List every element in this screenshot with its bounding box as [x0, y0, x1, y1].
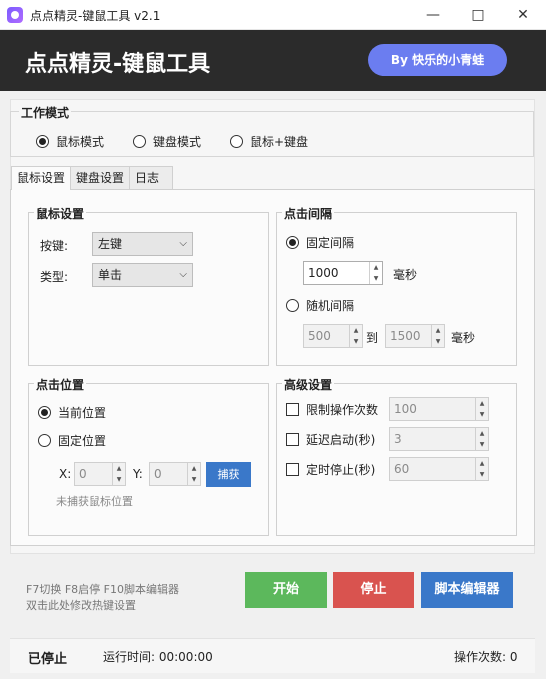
mode-label-mouse: 鼠标模式 — [56, 135, 105, 149]
chevron-down-icon: ⌵ — [179, 238, 187, 249]
ops-count-display: 操作次数: 0 — [454, 650, 518, 664]
spinner-arrows-icon[interactable]: ▲ ▼ — [349, 325, 362, 347]
settings-tabs: 鼠标设置 键盘设置 日志 — [11, 166, 174, 190]
mouse-button-select[interactable]: 左键 ⌵ — [92, 232, 193, 256]
limit-ops-input[interactable]: 100 ▲ ▼ — [389, 397, 489, 421]
tab-log[interactable]: 日志 — [129, 166, 174, 189]
radio-icon[interactable] — [38, 434, 51, 447]
start-button[interactable]: 开始 — [245, 572, 327, 608]
mode-radio-mouse[interactable]: 鼠标模式 — [36, 133, 104, 150]
window-title: 点点精灵-键鼠工具 v2.1 — [30, 9, 161, 23]
fixed-interval-value: 1000 — [308, 266, 339, 280]
spinner-arrows-icon[interactable]: ▲ ▼ — [187, 463, 200, 485]
checkbox-icon[interactable] — [286, 463, 299, 476]
mouse-settings-legend: 鼠标设置 — [34, 205, 87, 222]
status-state: 已停止 — [28, 652, 68, 667]
radio-icon[interactable] — [230, 135, 243, 148]
random-interval-label: 随机间隔 — [306, 299, 355, 313]
current-position-label: 当前位置 — [58, 406, 107, 420]
tab-keyboard-settings[interactable]: 键盘设置 — [70, 166, 131, 189]
delay-start-value: 3 — [394, 432, 402, 446]
advanced-settings-legend: 高级设置 — [282, 376, 335, 393]
radio-icon[interactable] — [133, 135, 146, 148]
work-mode-legend: 工作模式 — [19, 104, 72, 121]
script-editor-button[interactable]: 脚本编辑器 — [421, 572, 513, 608]
click-type-value: 单击 — [98, 268, 123, 282]
app-icon — [7, 7, 23, 23]
spinner-arrows-icon[interactable]: ▲ ▼ — [475, 398, 488, 420]
title-bar: 点点精灵-键鼠工具 v2.1 — □ ✕ — [0, 0, 546, 30]
mode-radio-keyboard[interactable]: 键盘模式 — [133, 133, 201, 150]
y-coordinate-value: 0 — [154, 467, 162, 481]
mode-label-keyboard: 键盘模式 — [153, 135, 202, 149]
app-banner: 点点精灵-键鼠工具 By 快乐的小青蛙 — [0, 30, 546, 91]
author-badge[interactable]: By 快乐的小青蛙 — [368, 44, 507, 76]
spinner-arrows-icon[interactable]: ▲ ▼ — [475, 458, 488, 480]
hotkey-edit-link[interactable]: 双击此处修改热键设置 — [26, 597, 136, 613]
type-label: 类型: — [40, 270, 69, 284]
click-type-select[interactable]: 单击 ⌵ — [92, 263, 193, 287]
random-min-value: 500 — [308, 329, 331, 343]
delay-start-checkbox[interactable]: 延迟启动(秒) — [286, 431, 375, 448]
timed-stop-checkbox[interactable]: 定时停止(秒) — [286, 461, 375, 478]
minimize-button[interactable]: — — [410, 0, 456, 30]
spinner-arrows-icon[interactable]: ▲ ▼ — [431, 325, 444, 347]
x-coordinate-input[interactable]: 0 ▲ ▼ — [74, 462, 126, 486]
fixed-position-label: 固定位置 — [58, 434, 107, 448]
limit-ops-checkbox[interactable]: 限制操作次数 — [286, 401, 378, 418]
radio-icon[interactable] — [286, 299, 299, 312]
fixed-position-radio[interactable]: 固定位置 — [38, 432, 106, 449]
radio-selected-icon[interactable] — [38, 406, 51, 419]
spinner-arrows-icon[interactable]: ▲ ▼ — [369, 262, 382, 284]
random-max-input[interactable]: 1500 ▲ ▼ — [385, 324, 445, 348]
hotkey-hint: F7切换 F8启停 F10脚本编辑器 — [26, 583, 179, 596]
fixed-interval-unit: 毫秒 — [393, 268, 418, 282]
tab-mouse-settings[interactable]: 鼠标设置 — [11, 166, 72, 190]
fixed-interval-label: 固定间隔 — [306, 236, 355, 250]
timed-stop-label: 定时停止(秒) — [306, 463, 376, 477]
limit-ops-value: 100 — [394, 402, 417, 416]
spinner-arrows-icon[interactable]: ▲ ▼ — [475, 428, 488, 450]
capture-button[interactable]: 捕获 — [206, 462, 251, 487]
runtime-display: 运行时间: 00:00:00 — [103, 650, 213, 664]
y-coordinate-input[interactable]: 0 ▲ ▼ — [149, 462, 201, 486]
random-min-input[interactable]: 500 ▲ ▼ — [303, 324, 363, 348]
radio-selected-icon[interactable] — [36, 135, 49, 148]
current-position-radio[interactable]: 当前位置 — [38, 404, 106, 421]
mouse-button-value: 左键 — [98, 237, 123, 251]
fixed-interval-input[interactable]: 1000 ▲ ▼ — [303, 261, 383, 285]
spinner-arrows-icon[interactable]: ▲ ▼ — [112, 463, 125, 485]
fixed-interval-radio[interactable]: 固定间隔 — [286, 234, 354, 251]
checkbox-icon[interactable] — [286, 433, 299, 446]
button-label: 按键: — [40, 239, 69, 253]
y-label: Y: — [133, 467, 143, 481]
x-coordinate-value: 0 — [79, 467, 87, 481]
checkbox-icon[interactable] — [286, 403, 299, 416]
click-position-legend: 点击位置 — [34, 376, 87, 393]
stop-button[interactable]: 停止 — [333, 572, 414, 608]
x-label: X: — [59, 467, 72, 481]
random-max-value: 1500 — [390, 329, 421, 343]
chevron-down-icon: ⌵ — [179, 269, 187, 280]
random-interval-unit: 毫秒 — [451, 331, 476, 345]
delay-start-input[interactable]: 3 ▲ ▼ — [389, 427, 489, 451]
mode-radio-mouse-keyboard[interactable]: 鼠标+键盘 — [230, 133, 308, 150]
timed-stop-value: 60 — [394, 462, 410, 476]
radio-selected-icon[interactable] — [286, 236, 299, 249]
click-interval-legend: 点击间隔 — [282, 205, 335, 222]
timed-stop-input[interactable]: 60 ▲ ▼ — [389, 457, 489, 481]
app-title: 点点精灵-键鼠工具 — [25, 52, 211, 77]
maximize-button[interactable]: □ — [455, 0, 501, 30]
close-button[interactable]: ✕ — [500, 0, 546, 30]
capture-hint: 未捕获鼠标位置 — [56, 495, 133, 508]
random-interval-radio[interactable]: 随机间隔 — [286, 297, 354, 314]
random-to-label: 到 — [366, 331, 379, 345]
delay-start-label: 延迟启动(秒) — [306, 433, 376, 447]
limit-ops-label: 限制操作次数 — [306, 403, 379, 417]
mode-label-mouse-keyboard: 鼠标+键盘 — [250, 135, 309, 149]
